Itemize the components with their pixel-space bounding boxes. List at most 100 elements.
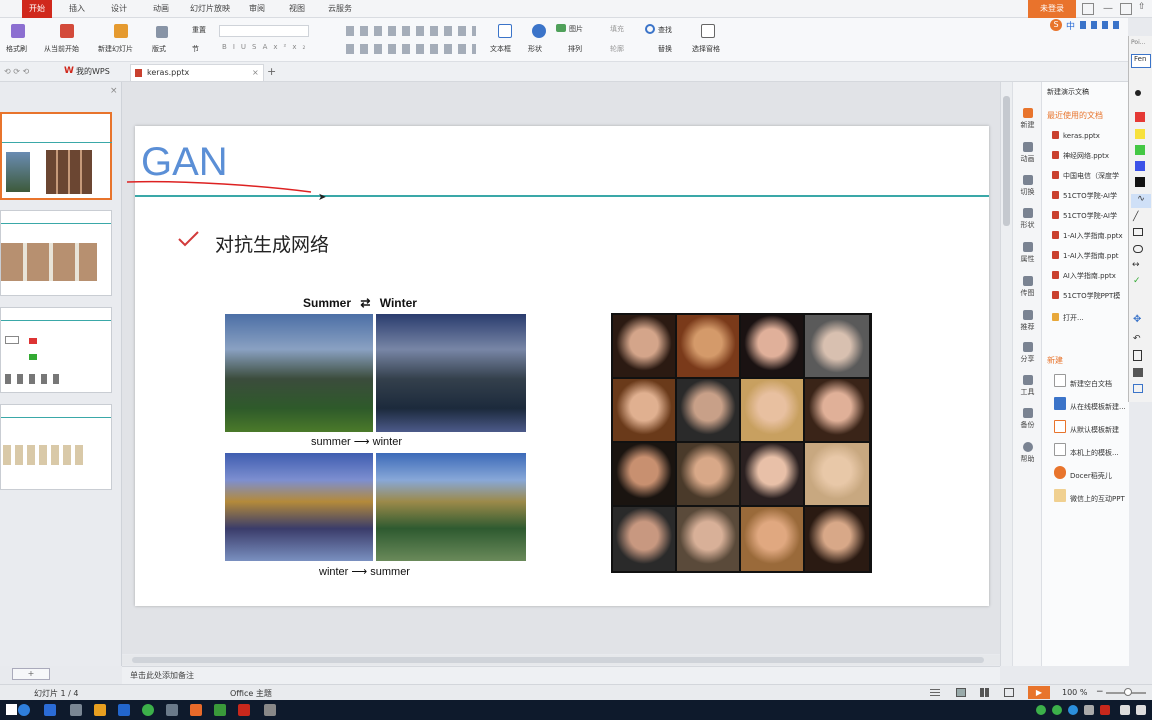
fill-button[interactable]: 填充 (610, 24, 624, 34)
replace-button[interactable]: 替换 (658, 44, 672, 54)
move-tool-icon[interactable]: ✥ (1133, 314, 1141, 325)
recent-file-item[interactable]: AI入学指南.pptx (1052, 271, 1130, 281)
close-panel-icon[interactable]: × (110, 86, 118, 96)
open-button[interactable]: 打开... (1052, 313, 1084, 323)
section-button[interactable]: 节 (192, 44, 199, 54)
palette-font-box[interactable]: Fen (1131, 54, 1151, 68)
find-icon[interactable] (645, 24, 655, 34)
check-tool-icon[interactable]: ✓ (1133, 276, 1141, 286)
network-icon[interactable] (1120, 705, 1130, 715)
side-animation-button[interactable]: 动画 (1013, 142, 1042, 164)
app-icon[interactable] (214, 704, 226, 716)
slide-thumbnail-3[interactable] (0, 307, 112, 393)
recent-file-item[interactable]: 1-AI入学指南.ppt (1052, 251, 1130, 261)
picture-icon[interactable] (556, 24, 566, 32)
tray-icon[interactable] (1068, 705, 1078, 715)
horizontal-scrollbar[interactable] (122, 655, 1000, 665)
tray-icon[interactable] (1084, 705, 1094, 715)
volume-icon[interactable] (1136, 705, 1146, 715)
zoom-slider-handle[interactable] (1124, 688, 1132, 696)
format-painter-icon[interactable] (11, 24, 25, 38)
paragraph-buttons[interactable] (346, 26, 476, 36)
arrow-tool-icon[interactable]: ↔ (1132, 260, 1140, 270)
recent-file-item[interactable]: 神经网络.pptx (1052, 151, 1130, 161)
new-presentation-dropdown[interactable]: 新建演示文稿 (1047, 87, 1089, 97)
new-default-template-item[interactable]: 从默认模板新建 (1054, 420, 1130, 435)
tray-icon[interactable] (1036, 705, 1046, 715)
text-box-icon[interactable] (498, 24, 512, 38)
tray-icon[interactable] (1100, 705, 1110, 715)
tab-slideshow[interactable]: 幻灯片放映 (184, 0, 236, 18)
new-blank-item[interactable]: 新建空白文档 (1054, 374, 1130, 389)
slideshow-play-button[interactable]: ▶ (1028, 686, 1050, 699)
side-upload-image-button[interactable]: 传图 (1013, 276, 1042, 298)
quick-access-icons[interactable]: ⟲ ⟳ ⟲ (4, 67, 44, 77)
local-template-item[interactable]: 本机上的模板... (1054, 443, 1130, 458)
h-scroll-thumb[interactable] (132, 657, 984, 663)
new-online-template-item[interactable]: 从在线模板新建... (1054, 397, 1130, 412)
side-properties-button[interactable]: 属性 (1013, 242, 1042, 264)
sorter-view-icon[interactable] (980, 688, 990, 697)
shape-icon[interactable] (532, 24, 546, 38)
tab-review[interactable]: 审阅 (244, 0, 270, 18)
pen-size-swatch[interactable] (1135, 90, 1141, 96)
notes-placeholder[interactable]: 单击此处添加备注 (130, 670, 194, 681)
layout-button[interactable]: 版式 (152, 44, 166, 54)
side-help-button[interactable]: 帮助 (1013, 442, 1042, 464)
find-button[interactable]: 查找 (658, 25, 672, 35)
select-pane-icon[interactable] (701, 24, 715, 38)
wechat-ppt-item[interactable]: 微信上的互动PPT (1054, 489, 1130, 504)
side-recommend-button[interactable]: 推荐 (1013, 310, 1042, 332)
app-icon[interactable] (70, 704, 82, 716)
wps-taskbar-icon[interactable] (238, 704, 250, 716)
normal-view-icon[interactable] (956, 688, 966, 697)
text-box-button[interactable]: 文本框 (490, 44, 511, 54)
maximize-icon[interactable] (1120, 3, 1132, 15)
login-button[interactable]: 未登录 (1028, 0, 1076, 18)
slide-thumbnail-1[interactable] (0, 112, 112, 200)
arrange-button[interactable]: 排列 (568, 44, 582, 54)
docer-item[interactable]: Docer稻壳儿 (1054, 466, 1130, 481)
tab-keras[interactable]: keras.pptx × (130, 64, 264, 81)
layout-icon[interactable] (156, 26, 168, 38)
outline-button[interactable]: 轮廓 (610, 44, 624, 54)
folder-icon[interactable] (94, 704, 106, 716)
notes-pane[interactable]: 单击此处添加备注 (122, 655, 1000, 684)
tab-home[interactable]: 开始 (22, 0, 52, 18)
close-tab-icon[interactable]: × (252, 65, 259, 81)
shape-button[interactable]: 形状 (528, 44, 542, 54)
undo-tool-icon[interactable]: ↶ (1133, 334, 1141, 344)
recent-file-item[interactable]: 51CTO学院PPT模 (1052, 291, 1130, 301)
app-icon[interactable] (118, 704, 130, 716)
minimize-icon[interactable]: — (1102, 3, 1114, 15)
color-swatch-blue[interactable] (1135, 161, 1145, 171)
alignment-buttons[interactable] (346, 44, 476, 54)
format-painter-label[interactable]: 格式刷 (6, 44, 27, 54)
tab-insert[interactable]: 插入 (62, 0, 92, 18)
slide[interactable]: GAN ➤ 对抗生成网络 Summer ⇄ Winter summer ⟶ wi… (126, 126, 989, 606)
slide-thumbnail-4[interactable] (0, 404, 112, 490)
color-swatch-red[interactable] (1135, 112, 1145, 122)
reading-view-icon[interactable] (1004, 688, 1014, 697)
add-tab-button[interactable]: + (267, 65, 276, 78)
side-shape-button[interactable]: 形状 (1013, 208, 1042, 230)
recent-file-item[interactable]: 51CTO学院-AI学 (1052, 211, 1130, 221)
scroll-thumb[interactable] (1003, 96, 1010, 226)
ime-language-toggle[interactable]: 中 (1066, 19, 1075, 32)
tab-view[interactable]: 视图 (284, 0, 310, 18)
app-icon[interactable] (142, 704, 154, 716)
page-tool-icon[interactable] (1133, 350, 1142, 361)
add-slide-button[interactable]: + (12, 668, 50, 680)
side-tools-button[interactable]: 工具 (1013, 375, 1042, 397)
select-pane-button[interactable]: 选择窗格 (692, 44, 720, 54)
vertical-scrollbar[interactable] (1000, 82, 1012, 666)
recent-file-item[interactable]: 1-AI入学指南.pptx (1052, 231, 1130, 241)
tab-design[interactable]: 设计 (104, 0, 134, 18)
app-icon[interactable] (166, 704, 178, 716)
from-current-button[interactable]: 从当前开始 (44, 44, 79, 54)
ellipse-tool-icon[interactable] (1133, 245, 1143, 253)
print-tool-icon[interactable] (1133, 368, 1143, 377)
sogou-logo-icon[interactable]: S (1050, 19, 1062, 31)
recent-file-item[interactable]: 51CTO学院-AI学 (1052, 191, 1130, 201)
overflow-icon[interactable]: ⇧ (1138, 2, 1150, 14)
